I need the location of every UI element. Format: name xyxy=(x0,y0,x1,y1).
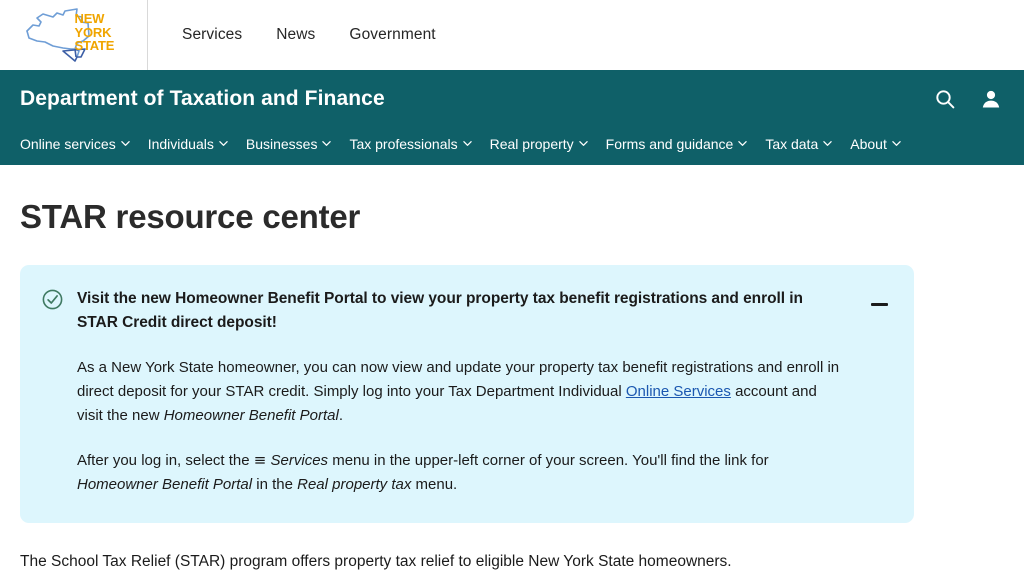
agency-nav-label: Real property xyxy=(489,136,574,152)
chevron-down-icon xyxy=(219,139,228,148)
agency-nav-label: Individuals xyxy=(147,136,214,152)
notice-paragraph-1: As a New York State homeowner, you can n… xyxy=(77,356,840,428)
notice-p2-italic-services: Services xyxy=(270,452,329,469)
logo-word-york: YORK xyxy=(74,24,112,40)
agency-nav-label: Businesses xyxy=(245,136,318,152)
account-icon[interactable] xyxy=(980,88,1002,110)
online-services-link[interactable]: Online Services xyxy=(626,383,731,400)
agency-nav-item-individuals[interactable]: Individuals xyxy=(148,136,228,152)
collapse-notice-button[interactable] xyxy=(866,291,892,317)
chevron-down-icon xyxy=(462,139,472,148)
state-nav-item-news[interactable]: News xyxy=(276,26,315,44)
chevron-down-icon xyxy=(578,139,588,148)
agency-nav-item-real-property[interactable]: Real property xyxy=(490,136,588,152)
notice-p1-italic-portal: Homeowner Benefit Portal xyxy=(163,407,339,424)
page-title: STAR resource center xyxy=(20,198,361,235)
logo-wordmark: NEW YORK STATE xyxy=(75,12,115,53)
notice-p2-italic-portal: Homeowner Benefit Portal xyxy=(77,476,253,493)
notice-p2-text-2: menu in the upper-left corner of your sc… xyxy=(328,452,769,469)
minus-icon xyxy=(870,302,888,306)
agency-header: Department of Taxation and Finance Onlin… xyxy=(0,70,1024,165)
agency-nav: Online services Individuals Businesses T… xyxy=(20,127,1004,165)
state-nav-item-government[interactable]: Government xyxy=(349,26,435,44)
notice-p2-text-1: After you log in, select the xyxy=(77,452,254,469)
agency-header-top: Department of Taxation and Finance xyxy=(20,70,1004,127)
agency-nav-label: Tax professionals xyxy=(349,136,458,152)
notice-body: As a New York State homeowner, you can n… xyxy=(42,356,890,497)
logo-word-state: STATE xyxy=(74,38,115,53)
notice-p2-text-3: in the xyxy=(252,476,298,493)
search-icon[interactable] xyxy=(934,88,956,110)
check-circle-icon xyxy=(42,289,63,310)
agency-nav-item-tax-data[interactable]: Tax data xyxy=(765,136,832,152)
agency-nav-item-about[interactable]: About xyxy=(850,136,901,152)
chevron-down-icon xyxy=(120,139,130,148)
notice-header: Visit the new Homeowner Benefit Portal t… xyxy=(42,287,890,335)
agency-nav-label: Online services xyxy=(20,136,116,152)
chevron-down-icon xyxy=(322,139,332,148)
intro-paragraph: The School Tax Relief (STAR) program off… xyxy=(20,553,732,570)
agency-nav-item-businesses[interactable]: Businesses xyxy=(246,136,332,152)
state-nav: Services News Government xyxy=(148,0,436,70)
logo-word-new: NEW xyxy=(74,11,105,26)
state-nav-item-services[interactable]: Services xyxy=(182,26,242,44)
main-content: STAR resource center Visit the new Homeo… xyxy=(0,198,1024,574)
notice-title: Visit the new Homeowner Benefit Portal t… xyxy=(77,290,803,331)
agency-title: Department of Taxation and Finance xyxy=(20,86,385,110)
agency-nav-item-online-services[interactable]: Online services xyxy=(20,136,130,152)
agency-nav-item-tax-professionals[interactable]: Tax professionals xyxy=(349,136,472,152)
hamburger-menu-icon: ≡ xyxy=(253,451,267,469)
notice-p1-text-3: . xyxy=(338,407,343,424)
agency-header-icons xyxy=(934,88,1004,110)
ny-state-logo[interactable]: NEW YORK STATE xyxy=(0,0,148,70)
chevron-down-icon xyxy=(823,139,832,148)
agency-nav-label: Tax data xyxy=(765,136,819,152)
chevron-down-icon xyxy=(738,139,748,148)
agency-nav-item-forms-and-guidance[interactable]: Forms and guidance xyxy=(606,136,748,152)
agency-nav-label: About xyxy=(850,136,887,152)
notice-banner: Visit the new Homeowner Benefit Portal t… xyxy=(20,265,914,523)
chevron-down-icon xyxy=(892,139,901,148)
state-top-bar: NEW YORK STATE Services News Government xyxy=(0,0,1024,70)
notice-p2-text-4: menu. xyxy=(411,476,458,493)
notice-p2-italic-real-property-tax: Real property tax xyxy=(297,476,412,493)
agency-nav-label: Forms and guidance xyxy=(605,136,734,152)
notice-paragraph-2: After you log in, select the ≡ Services … xyxy=(77,448,840,497)
